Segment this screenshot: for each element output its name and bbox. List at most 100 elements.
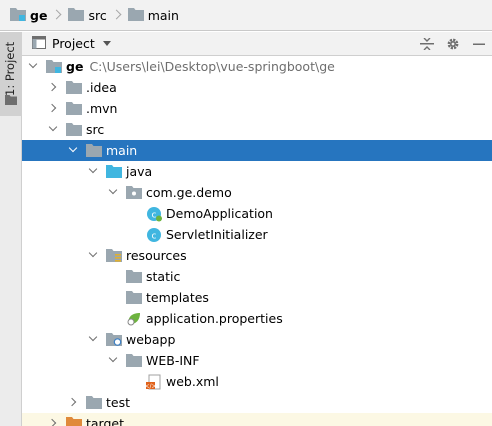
tree-row-name: webapp: [126, 332, 176, 347]
tree-row[interactable]: resources: [22, 245, 492, 266]
tree-row[interactable]: .mvn: [22, 98, 492, 119]
tree-row[interactable]: WEB-INF: [22, 350, 492, 371]
tree-row-label: ServletInitializer: [166, 227, 268, 242]
project-view-icon: [32, 35, 46, 52]
folder-icon: [66, 101, 82, 116]
tree-row-label: com.ge.demo: [146, 185, 232, 200]
tree-row-name: WEB-INF: [146, 353, 200, 368]
chevron-right-icon[interactable]: [48, 82, 58, 92]
folder-icon: [126, 269, 142, 284]
tree-row-name: static: [146, 269, 181, 284]
tree-row[interactable]: application.properties: [22, 308, 492, 329]
chevron-down-icon[interactable]: [28, 61, 38, 71]
tree-row-label: ge C:\Users\lei\Desktop\vue-springboot\ge: [66, 59, 335, 74]
chevron-down-icon[interactable]: [88, 334, 98, 344]
chevron-down-icon: [102, 41, 111, 46]
view-selector[interactable]: Project: [32, 35, 111, 52]
navigation-bar: ge src main: [0, 0, 492, 31]
tree-row-label: src: [86, 122, 104, 137]
folder-icon: [127, 7, 144, 24]
tree-row[interactable]: ge C:\Users\lei\Desktop\vue-springboot\ge: [22, 56, 492, 77]
excluded-folder-icon: [66, 416, 82, 426]
tree-row-name: application.properties: [146, 311, 283, 326]
project-panel-header: Project: [22, 32, 492, 56]
breadcrumb-item-main[interactable]: main: [127, 0, 179, 31]
gear-icon[interactable]: [440, 32, 466, 56]
tree-row-name: com.ge.demo: [146, 185, 232, 200]
breadcrumb-label: main: [147, 7, 179, 23]
project-folder-icon: [10, 7, 26, 24]
collapse-all-icon[interactable]: [414, 32, 440, 56]
panel-title: Project: [52, 36, 95, 51]
tree-row-label: WEB-INF: [146, 353, 200, 368]
tree-row-name: .idea: [86, 80, 117, 95]
tree-row-name: src: [86, 122, 105, 137]
tree-row-label: main: [106, 143, 137, 158]
chevron-down-icon[interactable]: [68, 145, 78, 155]
spring-class-icon: c: [146, 206, 162, 222]
breadcrumb-label: ge: [30, 7, 48, 23]
hide-icon[interactable]: [466, 32, 492, 56]
tree-row-name: web.xml: [166, 374, 219, 389]
folder-icon: [66, 80, 82, 95]
breadcrumb-item-src[interactable]: src: [68, 0, 107, 31]
tree-row[interactable]: c DemoApplication: [22, 203, 492, 224]
tree-row-name: resources: [126, 248, 187, 263]
xml-file-icon: </>: [144, 374, 162, 390]
chevron-down-icon[interactable]: [48, 124, 58, 134]
svg-text:c: c: [152, 232, 157, 242]
tree-row[interactable]: </> web.xml: [22, 371, 492, 392]
tree-row[interactable]: target: [22, 413, 492, 426]
tree-row[interactable]: java: [22, 161, 492, 182]
breadcrumb-label: src: [88, 7, 107, 23]
module-folder-icon: [46, 59, 62, 74]
tree-row[interactable]: com.ge.demo: [22, 182, 492, 203]
tree-row[interactable]: src: [22, 119, 492, 140]
folder-icon: [5, 94, 17, 108]
chevron-down-icon[interactable]: [108, 187, 118, 197]
panel-actions: [414, 32, 492, 56]
folder-icon: [86, 395, 102, 410]
tree-row[interactable]: static: [22, 266, 492, 287]
tree-row[interactable]: templates: [22, 287, 492, 308]
folder-icon: [68, 7, 85, 24]
project-tree: ge C:\Users\lei\Desktop\vue-springboot\ge…: [22, 56, 492, 426]
tree-row-label: application.properties: [146, 311, 283, 326]
tree-row-label: resources: [126, 248, 187, 263]
folder-icon: [66, 122, 82, 137]
source-root-icon: [106, 164, 122, 179]
chevron-right-icon[interactable]: [48, 103, 58, 113]
resources-root-icon: [106, 248, 122, 263]
tree-row-label: java: [126, 164, 152, 179]
chevron-down-icon[interactable]: [88, 250, 98, 260]
folder-icon: [126, 290, 142, 305]
tree-row[interactable]: main: [22, 140, 492, 161]
spring-properties-icon: [126, 311, 142, 326]
tree-row-name: main: [106, 143, 138, 158]
tree-row-label: .mvn: [86, 101, 117, 116]
breadcrumb-item-ge[interactable]: ge: [10, 0, 47, 31]
tree-row-label: web.xml: [166, 374, 219, 389]
chevron-down-icon[interactable]: [108, 355, 118, 365]
tree-row-label: .idea: [86, 80, 117, 95]
chevron-right-icon: [53, 6, 61, 24]
tree-row-name: templates: [146, 290, 209, 305]
project-tool-tab[interactable]: 1: Project: [0, 32, 22, 116]
tree-row[interactable]: .idea: [22, 77, 492, 98]
tool-window-strip: 1: Project: [0, 32, 22, 426]
project-tool-tab-label: 1: Project: [3, 41, 17, 96]
tree-row[interactable]: c ServletInitializer: [22, 224, 492, 245]
tree-row-label: templates: [146, 290, 209, 305]
tree-row[interactable]: webapp: [22, 329, 492, 350]
svg-text:</>: </>: [146, 383, 157, 390]
tree-row-name: ServletInitializer: [166, 227, 268, 242]
tree-row-label: test: [106, 395, 130, 410]
svg-text:c: c: [152, 211, 157, 221]
chevron-right-icon[interactable]: [48, 418, 58, 426]
chevron-down-icon[interactable]: [88, 166, 98, 176]
package-icon: [126, 185, 142, 200]
chevron-right-icon[interactable]: [68, 397, 78, 407]
tree-row-name: test: [106, 395, 131, 410]
tree-row-label: DemoApplication: [166, 206, 273, 221]
tree-row[interactable]: test: [22, 392, 492, 413]
